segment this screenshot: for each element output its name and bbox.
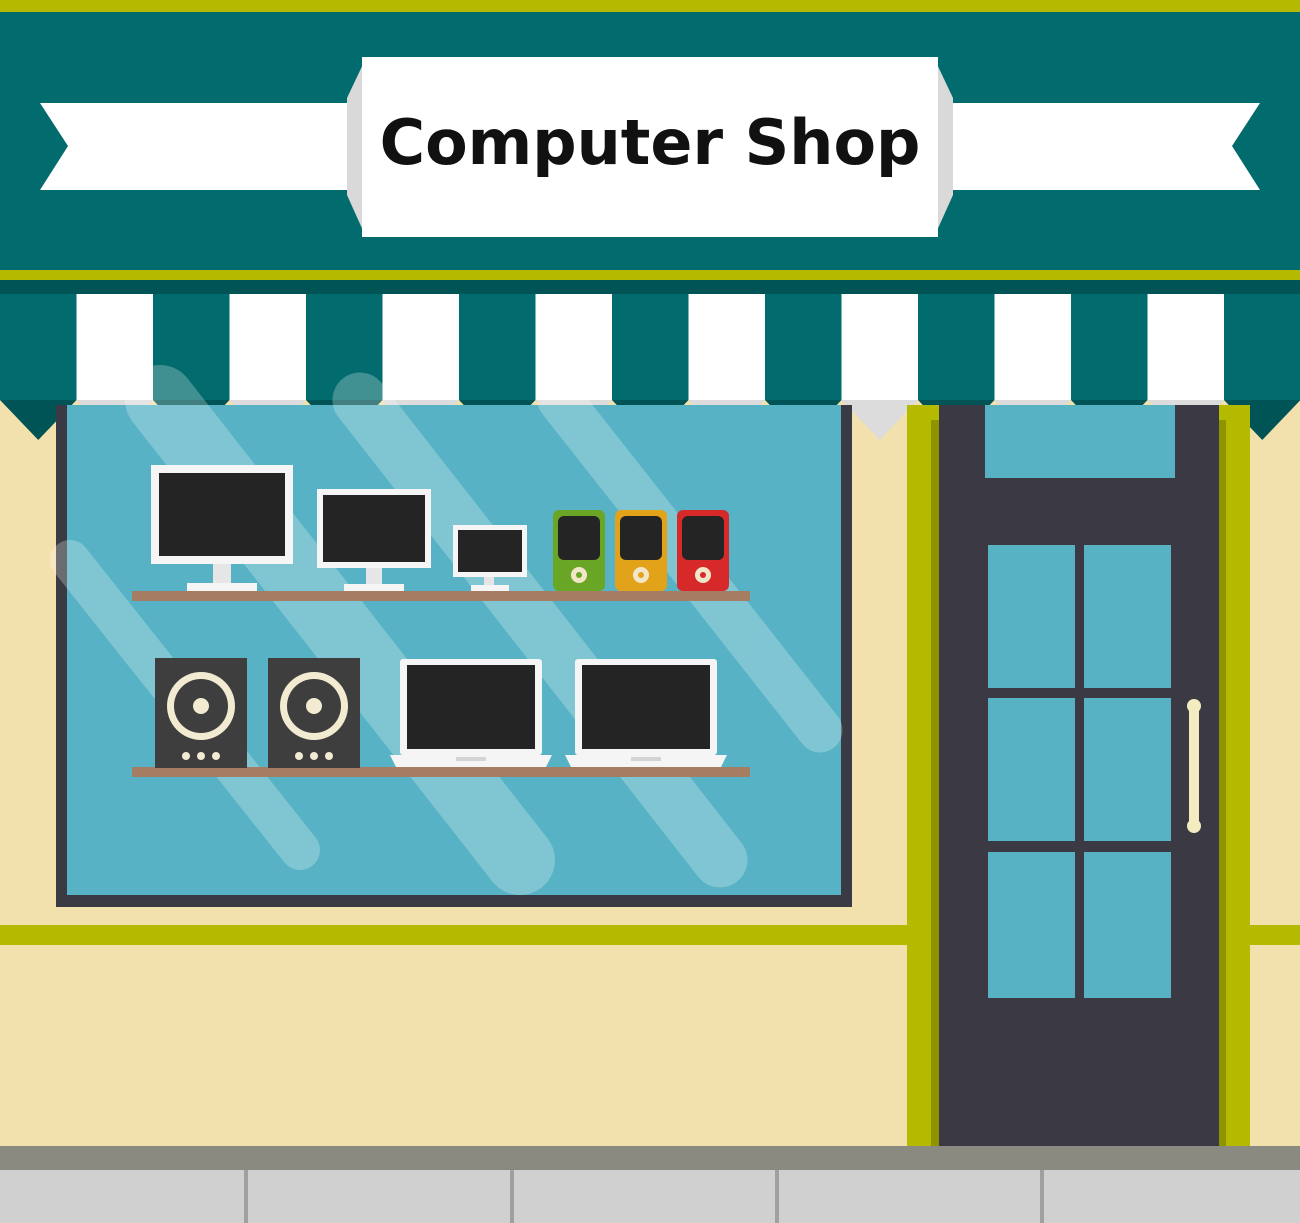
display-window (50, 365, 852, 907)
speaker-left (155, 658, 247, 768)
wall-trim-left (0, 925, 908, 945)
awning-stripe-white (841, 294, 919, 400)
header-bottom-shadow (0, 280, 1300, 294)
monitor-neck (484, 577, 494, 586)
monitor-base (471, 585, 509, 591)
bottom-shelf (132, 767, 750, 777)
speaker-knob (182, 752, 190, 760)
awning-stripe-white (1147, 294, 1225, 400)
slab-joint (775, 1170, 779, 1223)
awning-stripe-white (382, 294, 460, 400)
door-panel[interactable] (939, 405, 1219, 1150)
slab-joint (244, 1170, 248, 1223)
monitor-neck (213, 564, 231, 584)
player-wheel-center (638, 572, 644, 578)
curb (0, 1146, 1300, 1170)
awning-stripe-teal (765, 294, 842, 400)
awning-stripe-teal (459, 294, 536, 400)
monitor-screen (323, 495, 425, 562)
monitor-base (187, 583, 257, 591)
ribbon-right-tail (945, 103, 1260, 190)
sidewalk-slabs (0, 1170, 1300, 1223)
player-screen (620, 516, 662, 560)
monitor-screen (159, 473, 285, 556)
speaker-right (268, 658, 360, 768)
awning-stripe-teal (612, 294, 689, 400)
slab-joint (1040, 1170, 1044, 1223)
door-glass-pane (988, 698, 1075, 841)
speaker-dust-cap (193, 698, 209, 714)
shop-door[interactable] (939, 405, 1219, 1150)
speaker-knob (212, 752, 220, 760)
laptop-left (390, 659, 552, 767)
computer-shop-storefront: Computer Shop (0, 0, 1300, 1223)
header-bottom-trim (0, 270, 1300, 280)
door-frame-inner-left (931, 420, 939, 1150)
handle-bottom-mount (1187, 819, 1201, 833)
monitor-base (344, 584, 404, 591)
awning-stripe-teal (918, 294, 995, 400)
ribbon-left-tail (40, 103, 355, 190)
handle-bar[interactable] (1189, 706, 1199, 826)
awning-stripe-teal (0, 294, 77, 400)
door-glass-pane (1084, 698, 1171, 841)
player-screen (682, 516, 724, 560)
door-frame-inner-right (1218, 420, 1226, 1150)
media-player-green (553, 510, 605, 591)
door-handle[interactable] (1187, 699, 1201, 833)
door-transom-window (985, 405, 1175, 478)
laptop-screen (582, 665, 710, 749)
laptop-trackpad (631, 757, 661, 761)
laptop-right (565, 659, 727, 767)
shop-title: Computer Shop (380, 106, 921, 179)
laptop-screen (407, 665, 535, 749)
speaker-knob (325, 752, 333, 760)
speaker-dust-cap (306, 698, 322, 714)
speaker-knob (197, 752, 205, 760)
slab-joint (510, 1170, 514, 1223)
door-glass-pane (1084, 545, 1171, 688)
awning-stripe-teal (1071, 294, 1148, 400)
door-glass-pane (988, 545, 1075, 688)
speaker-knob (310, 752, 318, 760)
media-player-red (677, 510, 729, 591)
player-wheel-center (576, 572, 582, 578)
awning-stripe-teal (1224, 294, 1300, 400)
door-glass-pane (988, 852, 1075, 998)
player-wheel-center (700, 572, 706, 578)
sidewalk (0, 1146, 1300, 1223)
laptop-trackpad (456, 757, 486, 761)
monitor-screen (458, 530, 522, 572)
player-screen (558, 516, 600, 560)
door-glass-pane (1084, 852, 1171, 998)
speaker-knob (295, 752, 303, 760)
awning-stripe-white (229, 294, 307, 400)
awning-stripe-white (688, 294, 766, 400)
wall-trim-right (1250, 925, 1300, 945)
top-shelf (132, 591, 750, 601)
media-player-orange (615, 510, 667, 591)
header-top-trim (0, 0, 1300, 12)
awning-stripe-white (994, 294, 1072, 400)
monitor-neck (366, 568, 382, 585)
